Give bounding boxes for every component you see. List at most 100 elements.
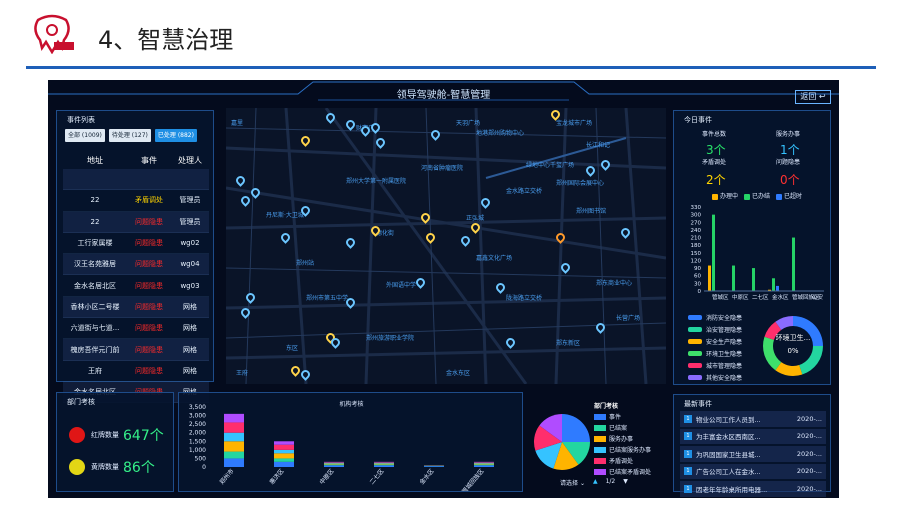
today-events-panel: 今日事件 事件总数 服务办事 3个 1个 矛盾调处 问题隐患 2个 0个 办理中…	[673, 110, 831, 385]
select-dropdown[interactable]: 请选择 ⌄	[560, 478, 585, 487]
bar-segment	[224, 432, 244, 442]
events-panel: 事件列表 全部 (1009) 待处理 (127) 已处理 (882) 地址 事件…	[56, 110, 214, 404]
list-item[interactable]: 1 为巩固国家卫生县城... 2020-...	[680, 446, 826, 462]
y-tick-label: 300	[691, 213, 702, 219]
x-tick-label: 金水区	[418, 467, 436, 486]
x-tick-label: 管城区	[712, 293, 729, 301]
legend-label: 事件	[609, 414, 622, 421]
org-assessment-panel: 机构考核 3,500 3,000 2,500 2,000 1,500 1,000 500 0 郑…	[178, 392, 523, 492]
bar-segment	[274, 461, 294, 467]
status-bar-chart: 3303002702402101801501209060300管城区 中原区 二七区…	[691, 205, 824, 301]
row-event: 问题隐患	[135, 217, 163, 226]
row-address: 王府	[88, 366, 102, 375]
news-text: 因老年年龄桌所用电器...	[696, 485, 768, 494]
news-number: 1	[684, 467, 692, 476]
legend-item: 已结案	[594, 422, 651, 433]
row-handler: 管理员	[179, 217, 201, 226]
x-tick-label: 公安	[812, 293, 824, 301]
y-tick-label: 1,500	[189, 438, 206, 445]
legend-swatch	[594, 446, 606, 453]
yellow-card-row: 黄牌数量 86个	[69, 457, 155, 477]
dept-pie-legend: 部门考核 事件 已结案 服务办事 已结案服务办事 矛盾调处 已结案矛盾调处	[594, 400, 651, 477]
events-table-body: 22 矛盾调处 管理员 22 问题隐患 管理员 工行家属楼 问题隐患 wg02 汉王名苑雅居 问题隐…	[63, 169, 209, 404]
legend-item: 服务办事	[594, 433, 651, 444]
page-up-icon[interactable]: ▲	[593, 478, 598, 487]
table-row[interactable]: 香林小区二号楼 问题隐患 网格	[63, 296, 209, 319]
table-row[interactable]: 22 问题隐患 管理员	[63, 211, 209, 233]
bar-segment	[274, 444, 294, 450]
list-item[interactable]: 1 广告公司工人在金水... 2020-...	[680, 463, 826, 479]
bar-segment	[274, 453, 294, 459]
row-event: 矛盾调处	[135, 196, 163, 205]
list-item[interactable]: 1 物业公司工作人员到... 2020-...	[680, 411, 826, 427]
bar	[712, 214, 715, 291]
filter-processed[interactable]: 已处理 (882)	[154, 129, 197, 142]
table-row[interactable]: 金水名居北区 问题隐患 wg03	[63, 275, 209, 297]
back-button[interactable]: 返回 ↩	[795, 90, 831, 104]
legend-item: 环境卫生隐患	[688, 347, 742, 359]
bar-segment	[224, 441, 244, 452]
row-handler: 网格	[183, 324, 197, 333]
hazard-value: 0个	[780, 173, 800, 187]
y-tick-label: 90	[694, 266, 701, 272]
latest-events-title: 最新事件	[684, 400, 712, 408]
map-view[interactable]: 嘉里财富广场宝龙城市广场天羽广场长江和记地港郑州购物中心河南省肿瘤医院郑州大学第…	[226, 108, 666, 384]
bar-segment	[424, 466, 444, 467]
table-row[interactable]: 汉王名苑雅居 问题隐患 wg04	[63, 254, 209, 276]
red-card-row: 红牌数量 647个	[69, 425, 164, 445]
map-label: 郑东新区	[556, 340, 581, 347]
filter-all[interactable]: 全部 (1009)	[65, 129, 105, 142]
page-down-icon[interactable]: ▼	[623, 478, 628, 487]
row-event: 问题隐患	[135, 324, 163, 333]
news-number: 1	[684, 484, 692, 493]
red-card-label: 红牌数量	[91, 431, 119, 439]
donut-center-label: 环境卫生...	[775, 334, 811, 342]
legend-label: 城市管理隐患	[706, 362, 743, 370]
map-label: 郑东商业中心	[596, 280, 633, 287]
legend-swatch	[594, 468, 606, 475]
table-row[interactable]: 22 矛盾调处 管理员	[63, 190, 209, 212]
legend-swatch	[594, 457, 606, 464]
y-tick-label: 2,000	[189, 430, 206, 437]
bar-segment	[474, 464, 494, 466]
news-date: 2020-...	[796, 449, 822, 458]
x-tick-label: 惠济区	[268, 467, 286, 486]
table-row[interactable]: 工行家属楼 问题隐患 wg02	[63, 233, 209, 255]
table-row[interactable]: 王府 问题隐患 网格	[63, 361, 209, 382]
back-icon: ↩	[818, 92, 826, 101]
news-date: 2020-...	[796, 414, 822, 423]
row-event: 问题隐患	[135, 281, 163, 290]
news-number: 1	[684, 449, 692, 458]
map-label: 郑州图书馆	[576, 208, 607, 215]
list-item[interactable]: 1 因老年年龄桌所用电器... 2020-...	[680, 481, 826, 497]
latest-events-list: 1 物业公司工作人员到... 2020-... 1 为丰富金水区西南区... 2020-.…	[680, 411, 826, 498]
legend-swatch	[688, 338, 702, 344]
service-value: 1个	[780, 143, 800, 157]
table-row[interactable]: 六道街与七道... 问题隐患 网格	[63, 318, 209, 340]
table-row[interactable]: 槐房吾伴元门前 问题隐患 网格	[63, 339, 209, 361]
map-label: 丹尼斯·大卫城	[266, 212, 304, 219]
filter-pending[interactable]: 待处理 (127)	[108, 129, 151, 142]
table-row[interactable]	[63, 169, 209, 191]
hazard-label: 问题隐患	[776, 159, 801, 166]
bar-segment	[324, 464, 344, 466]
bar-segment	[374, 463, 394, 465]
map-label: 嘉里	[231, 120, 244, 127]
events-panel-title: 事件列表	[67, 116, 95, 124]
x-tick-label: 中原区	[732, 293, 749, 301]
bar	[792, 237, 795, 291]
map-label: 陇海路立交桥	[506, 295, 543, 302]
event-filters: 全部 (1009) 待处理 (127) 已处理 (882)	[65, 129, 197, 142]
map-label: 长营广场	[616, 315, 641, 322]
row-handler: wg03	[180, 281, 200, 290]
row-address: 工行家属楼	[77, 239, 113, 248]
legend-label: 消防安全隐患	[706, 314, 743, 322]
row-handler: wg04	[180, 260, 200, 269]
map-label: 宝龙城市广场	[556, 120, 593, 127]
list-item[interactable]: 1 为丰富金水区西南区... 2020-...	[680, 428, 826, 444]
dept-pie-title: 部门考核	[594, 403, 619, 410]
legend-label: 其他安全隐患	[706, 374, 743, 382]
back-label: 返回	[800, 92, 817, 101]
map-label: 金水路立交桥	[506, 188, 543, 195]
yellow-card-label: 黄牌数量	[91, 463, 119, 471]
